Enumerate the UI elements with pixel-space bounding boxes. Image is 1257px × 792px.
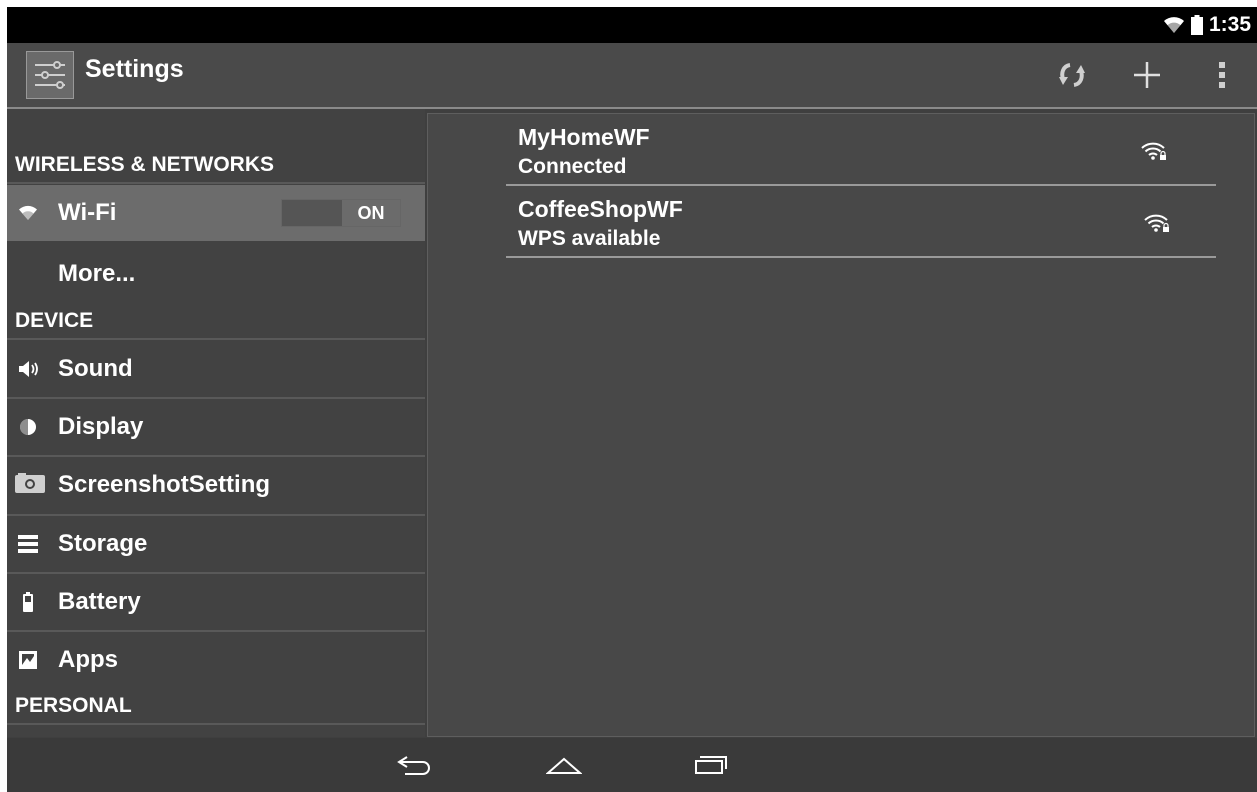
action-bar: Settings bbox=[7, 43, 1257, 109]
back-icon[interactable] bbox=[385, 746, 445, 784]
home-icon[interactable] bbox=[534, 746, 594, 784]
section-header-device: DEVICE bbox=[15, 309, 94, 332]
sidebar-item-label: Apps bbox=[58, 646, 118, 673]
divider bbox=[7, 723, 425, 725]
toggle-state: ON bbox=[342, 200, 400, 226]
sidebar-item-label: More... bbox=[58, 260, 136, 287]
status-bar: 1:35 bbox=[7, 7, 1257, 43]
sidebar-item-label: ScreenshotSetting bbox=[58, 471, 271, 498]
wps-refresh-icon[interactable] bbox=[1052, 55, 1092, 95]
wifi-network-list: MyHomeWF Connected CoffeeShopWF WPS avai… bbox=[427, 113, 1255, 737]
divider bbox=[506, 256, 1216, 258]
divider bbox=[7, 182, 425, 184]
settings-sliders-icon[interactable] bbox=[26, 51, 74, 99]
sidebar-item-label: Wi-Fi bbox=[58, 199, 117, 226]
app-title: Settings bbox=[85, 55, 184, 83]
sidebar-item-sound[interactable]: Sound bbox=[7, 341, 425, 397]
camera-icon bbox=[15, 472, 45, 494]
sidebar-item-display[interactable]: Display bbox=[7, 399, 425, 455]
recents-icon[interactable] bbox=[680, 746, 740, 784]
add-icon[interactable] bbox=[1127, 55, 1167, 95]
wifi-icon bbox=[1163, 17, 1184, 33]
network-name: CoffeeShopWF bbox=[518, 196, 683, 222]
navigation-bar bbox=[7, 738, 1257, 792]
divider bbox=[7, 338, 425, 340]
network-name: MyHomeWF bbox=[518, 124, 650, 150]
overflow-menu-icon[interactable] bbox=[1202, 55, 1242, 95]
network-status: Connected bbox=[518, 155, 627, 178]
sidebar-item-label: Sound bbox=[58, 355, 133, 382]
speaker-icon bbox=[17, 358, 39, 380]
battery-icon bbox=[1190, 15, 1203, 35]
wifi-toggle[interactable]: ON bbox=[281, 199, 401, 227]
network-status: WPS available bbox=[518, 227, 661, 250]
sidebar-item-battery[interactable]: Battery bbox=[7, 574, 425, 630]
apps-icon bbox=[17, 649, 39, 671]
network-item-myhomewf[interactable]: MyHomeWF Connected bbox=[506, 114, 1216, 186]
section-header-wireless: WIRELESS & NETWORKS bbox=[15, 153, 275, 176]
settings-sidebar[interactable]: WIRELESS & NETWORKS Wi-Fi ON More... DEV… bbox=[7, 109, 425, 737]
sidebar-item-apps[interactable]: Apps bbox=[7, 632, 425, 688]
sidebar-item-label: Display bbox=[58, 413, 144, 440]
storage-icon bbox=[17, 533, 39, 555]
sidebar-item-label: Storage bbox=[58, 530, 148, 557]
tablet-screen: 1:35 Settings WIRELESS & NETWORKS Wi-Fi … bbox=[7, 7, 1257, 792]
network-item-coffeeshopwf[interactable]: CoffeeShopWF WPS available bbox=[506, 186, 1216, 258]
section-header-personal: PERSONAL bbox=[15, 694, 132, 717]
brightness-icon bbox=[17, 416, 39, 438]
clock: 1:35 bbox=[1208, 13, 1251, 36]
wifi-locked-icon bbox=[1144, 214, 1169, 232]
wifi-icon bbox=[17, 202, 39, 224]
sidebar-item-screenshot-setting[interactable]: ScreenshotSetting bbox=[7, 457, 425, 513]
sidebar-item-label: Battery bbox=[58, 588, 141, 615]
status-indicators: 1:35 bbox=[1163, 7, 1251, 43]
sidebar-item-more[interactable]: More... bbox=[7, 249, 425, 299]
wifi-locked-icon bbox=[1141, 142, 1166, 160]
sidebar-item-storage[interactable]: Storage bbox=[7, 516, 425, 572]
battery-icon bbox=[17, 591, 39, 613]
